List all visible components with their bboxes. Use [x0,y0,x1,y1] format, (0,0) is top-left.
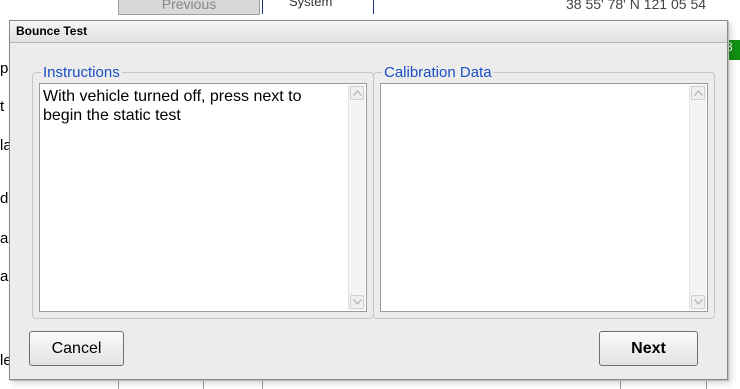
background-status-badge: 3 [726,40,740,60]
background-left-text: a [0,230,9,247]
chevron-up-icon [694,90,703,96]
chevron-down-icon [694,299,703,305]
dialog-title: Bounce Test [10,21,727,43]
instructions-group: Instructions With vehicle turned off, pr… [32,64,374,319]
calibration-data-textbox[interactable] [380,83,708,312]
scroll-up-button[interactable] [691,86,705,100]
scroll-down-button[interactable] [350,295,364,309]
background-system-panel: System [262,0,374,14]
scroll-up-button[interactable] [350,86,364,100]
calibration-data-legend: Calibration Data [382,64,494,81]
bounce-test-dialog: Bounce Test Instructions With vehicle tu… [9,20,728,380]
chevron-down-icon [353,299,362,305]
instructions-textbox[interactable]: With vehicle turned off, press next to b… [39,83,367,312]
chevron-up-icon [353,90,362,96]
instructions-text: With vehicle turned off, press next to b… [43,88,302,124]
background-left-text: t [0,98,5,115]
instructions-legend: Instructions [41,64,122,81]
next-button[interactable]: Next [599,331,698,366]
background-previous-label: Previous [161,0,217,12]
background-previous-tab[interactable]: Previous [118,0,260,15]
cancel-button[interactable]: Cancel [29,331,124,366]
calibration-scrollbar[interactable] [689,85,706,310]
background-system-label: System [289,0,333,9]
instructions-scrollbar[interactable] [348,85,365,310]
calibration-data-group: Calibration Data [373,64,715,319]
scroll-down-button[interactable] [691,295,705,309]
background-coordinates: 38 55' 78' N 121 05 54 [566,0,707,12]
